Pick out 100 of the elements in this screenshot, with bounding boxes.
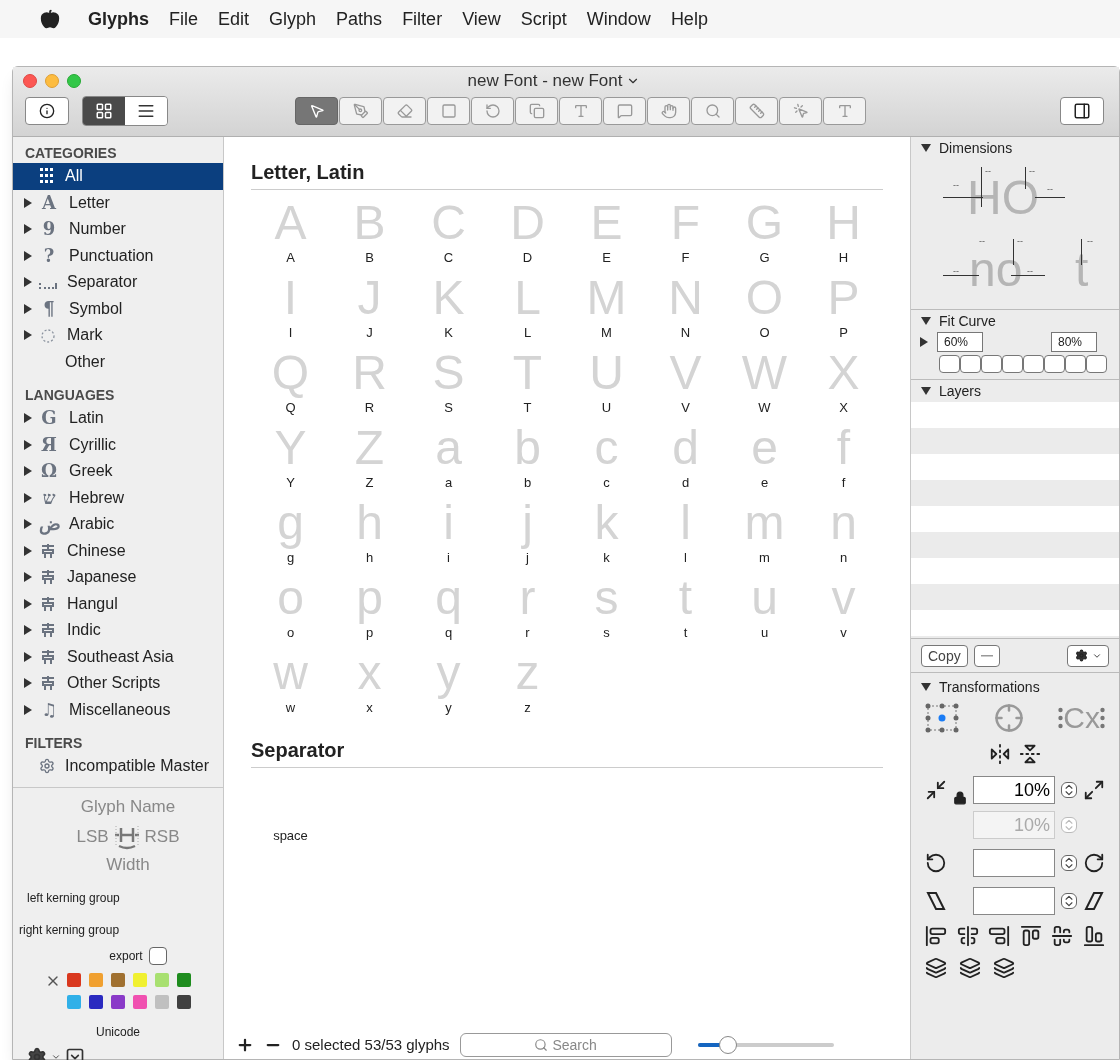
disclosure-triangle-icon[interactable] <box>921 682 931 692</box>
disclosure-triangle-icon[interactable] <box>23 439 33 450</box>
color-swatch[interactable] <box>177 973 191 987</box>
disclosure-triangle-icon[interactable] <box>23 572 33 583</box>
stepper-icon[interactable] <box>1061 855 1077 871</box>
close-window-button[interactable] <box>23 74 37 88</box>
preset-button[interactable] <box>1065 355 1086 373</box>
sidebar-item[interactable]: Я Cyrillic <box>13 431 223 458</box>
path-operation-icon[interactable] <box>925 957 947 979</box>
sidebar-item[interactable]: Ω Greek <box>13 458 223 485</box>
disclosure-triangle-icon[interactable] <box>23 678 33 689</box>
preset-button[interactable] <box>1023 355 1044 373</box>
sidebar-item[interactable]: ♫ Miscellaneous <box>13 696 223 723</box>
disclosure-triangle-icon[interactable] <box>921 316 931 326</box>
color-swatch[interactable] <box>155 995 169 1009</box>
list-view-button[interactable] <box>125 97 167 125</box>
sidebar-item[interactable]: G Latin <box>13 405 223 432</box>
sidebar-item[interactable]: All <box>13 163 223 190</box>
tool-button[interactable] <box>691 97 734 125</box>
metric-value-field[interactable]: -- <box>1017 235 1023 249</box>
tool-button[interactable] <box>735 97 778 125</box>
metric-value-field[interactable]: -- <box>1087 235 1093 249</box>
caret-icon[interactable] <box>51 1052 61 1060</box>
export-checkbox[interactable] <box>148 947 167 965</box>
flip-vertical-icon[interactable] <box>1019 743 1041 765</box>
color-swatch[interactable] <box>67 973 81 987</box>
disclosure-triangle-icon[interactable] <box>23 330 33 341</box>
color-swatch[interactable] <box>177 995 191 1009</box>
metric-value-field[interactable]: -- <box>985 165 991 179</box>
layer-actions-button[interactable] <box>1067 644 1109 667</box>
align-icon[interactable] <box>925 925 947 947</box>
disclosure-triangle-icon[interactable] <box>23 704 33 715</box>
disclosure-triangle-icon[interactable] <box>23 545 33 556</box>
zoom-slider[interactable] <box>697 1036 834 1054</box>
sidebar-item[interactable]: Southeast Asia <box>13 643 223 670</box>
slant-right-icon[interactable] <box>1083 890 1105 912</box>
sidebar-item[interactable]: Other Scripts <box>13 670 223 697</box>
disclosure-triangle-icon[interactable] <box>23 519 33 530</box>
sidebar-item[interactable]: ? Punctuation <box>13 242 223 269</box>
metric-value-field[interactable]: -- <box>979 235 985 249</box>
sidebar-item[interactable]: Indic <box>13 617 223 644</box>
sidebar-item[interactable]: Hangul <box>13 590 223 617</box>
sidebar-item[interactable]: 9 Number <box>13 216 223 243</box>
metric-value-field[interactable]: -- <box>1027 265 1033 279</box>
rotate-field[interactable] <box>973 849 1055 877</box>
flip-horizontal-icon[interactable] <box>989 743 1011 765</box>
disclosure-triangle-icon[interactable] <box>921 143 931 153</box>
align-icon[interactable] <box>1051 925 1074 947</box>
path-operation-icon[interactable] <box>959 957 981 979</box>
disclosure-triangle-icon[interactable] <box>23 250 33 261</box>
grid-view-button[interactable] <box>83 97 125 125</box>
color-swatch[interactable] <box>111 973 125 987</box>
slider-thumb[interactable] <box>718 1036 737 1054</box>
preset-button[interactable] <box>1044 355 1065 373</box>
disclosure-triangle-icon[interactable] <box>23 277 33 288</box>
sidebar-item[interactable]: Japanese <box>13 564 223 591</box>
disclosure-triangle-icon[interactable] <box>23 224 33 235</box>
align-icon[interactable] <box>1082 925 1105 947</box>
bounding-box-origin-icon[interactable] <box>925 703 959 733</box>
search-field[interactable]: Search <box>459 1033 672 1057</box>
color-swatch[interactable] <box>89 973 103 987</box>
tool-button[interactable] <box>823 97 866 125</box>
color-swatch[interactable] <box>133 973 147 987</box>
rotate-right-icon[interactable] <box>1083 852 1105 874</box>
preset-button[interactable] <box>960 355 981 373</box>
align-icon[interactable] <box>1019 925 1042 947</box>
color-swatch[interactable] <box>89 995 103 1009</box>
stepper-icon[interactable] <box>1061 893 1077 909</box>
tool-button[interactable] <box>779 97 822 125</box>
info-button[interactable] <box>25 97 69 125</box>
preset-button[interactable] <box>1086 355 1107 373</box>
remove-layer-button[interactable] <box>973 644 1000 667</box>
sidebar-item[interactable]: Incompatible Master <box>13 753 223 780</box>
inspector-toggle-button[interactable] <box>1060 97 1104 125</box>
sidebar-item[interactable]: Other <box>13 348 223 375</box>
expand-triangle-icon[interactable] <box>919 337 929 347</box>
slant-left-icon[interactable] <box>925 890 947 912</box>
menu-item[interactable]: View <box>462 5 501 33</box>
preset-button[interactable] <box>939 355 960 373</box>
disclosure-triangle-icon[interactable] <box>23 625 33 636</box>
tool-button[interactable] <box>559 97 602 125</box>
sidebar-item[interactable]: Separator <box>13 269 223 296</box>
metric-value-field[interactable]: -- <box>953 265 959 279</box>
disclosure-triangle-icon[interactable] <box>23 413 33 424</box>
scale-field[interactable]: 10% <box>973 776 1055 804</box>
color-swatch[interactable] <box>111 995 125 1009</box>
sidebar-item[interactable]: Chinese <box>13 537 223 564</box>
tool-button[interactable] <box>603 97 646 125</box>
menu-item[interactable]: Window <box>586 5 651 33</box>
apple-logo-icon[interactable] <box>40 9 60 29</box>
slant-field[interactable] <box>973 887 1055 915</box>
menu-item[interactable]: Help <box>670 5 708 33</box>
menu-item[interactable]: Paths <box>336 5 383 33</box>
align-icon[interactable] <box>956 925 979 947</box>
preset-button[interactable] <box>1002 355 1023 373</box>
sidebar-item[interactable]: A Letter <box>13 189 223 216</box>
disclosure-triangle-icon[interactable] <box>23 651 33 662</box>
preset-button[interactable] <box>981 355 1002 373</box>
app-menu[interactable]: Glyphs <box>88 5 149 33</box>
menu-item[interactable]: Edit <box>218 5 250 33</box>
